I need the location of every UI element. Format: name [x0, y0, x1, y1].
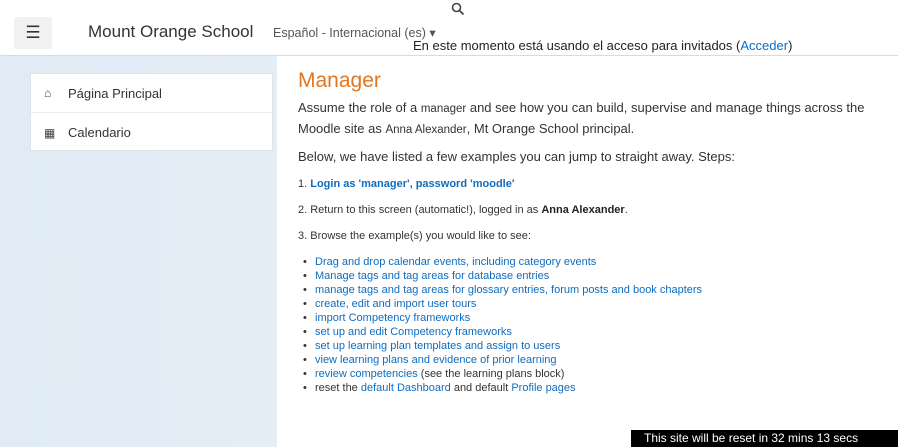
example-link[interactable]: set up learning plan templates and assig…: [315, 340, 560, 352]
search-icon[interactable]: [451, 2, 465, 21]
sidebar-item-home[interactable]: ⌂ Página Principal: [31, 74, 272, 113]
login-as-manager-link[interactable]: Login as 'manager', password 'moodle': [310, 178, 514, 190]
review-competencies-link[interactable]: review competencies: [315, 368, 418, 380]
home-icon: ⌂: [44, 86, 52, 100]
intro-role: manager: [420, 103, 467, 115]
top-navbar: ☰ Mount Orange School Español - Internac…: [0, 0, 898, 56]
example-link[interactable]: import Competency frameworks: [315, 312, 470, 324]
list-item-text: reset the: [315, 382, 361, 394]
login-link[interactable]: Acceder: [740, 38, 788, 53]
sidebar-item-label: Calendario: [68, 125, 131, 140]
sidebar-item-calendar[interactable]: ▦ Calendario: [31, 113, 272, 152]
example-link[interactable]: manage tags and tag areas for glossary e…: [315, 284, 702, 296]
list-item: create, edit and import user tours: [303, 297, 878, 311]
site-reset-notice: This site will be reset in 32 mins 13 se…: [631, 430, 898, 447]
navigation-block: ⌂ Página Principal ▦ Calendario: [30, 73, 273, 151]
step-3: 3. Browse the example(s) you would like …: [298, 230, 531, 242]
sidebar-item-label: Página Principal: [68, 85, 162, 101]
guest-text: En este momento está usando el acceso pa…: [413, 38, 741, 53]
step-name: Anna Alexander: [541, 204, 625, 216]
guest-access-notice: En este momento está usando el acceso pa…: [413, 38, 792, 53]
examples-list: Drag and drop calendar events, including…: [298, 255, 878, 395]
example-link[interactable]: Manage tags and tag areas for database e…: [315, 270, 549, 282]
example-link[interactable]: create, edit and import user tours: [315, 298, 476, 310]
steps-intro: Below, we have listed a few examples you…: [298, 149, 735, 164]
step-text: 2. Return to this screen (automatic!), l…: [298, 204, 542, 216]
profile-pages-link[interactable]: Profile pages: [511, 382, 575, 394]
list-item: view learning plans and evidence of prio…: [303, 353, 878, 367]
intro-paragraph: Assume the role of a manager and see how…: [298, 98, 878, 140]
site-name[interactable]: Mount Orange School: [88, 22, 253, 42]
list-item: manage tags and tag areas for glossary e…: [303, 283, 878, 297]
step-number: 1.: [298, 178, 311, 190]
list-item: reset the default Dashboard and default …: [303, 381, 878, 395]
hamburger-menu-icon[interactable]: ☰: [14, 17, 52, 49]
list-item-text: (see the learning plans block): [417, 368, 565, 380]
main-content: Manager Assume the role of a manager and…: [277, 56, 898, 447]
intro-text: Assume the role of a: [298, 100, 421, 115]
default-dashboard-link[interactable]: default Dashboard: [361, 382, 451, 394]
language-label: Español - Internacional (es): [273, 26, 426, 40]
example-link[interactable]: set up and edit Competency frameworks: [315, 326, 512, 338]
example-link[interactable]: Drag and drop calendar events, including…: [315, 256, 596, 268]
list-item: review competencies (see the learning pl…: [303, 367, 878, 381]
page-title: Manager: [298, 69, 381, 92]
list-item-text: and default: [450, 382, 512, 394]
list-item: set up and edit Competency frameworks: [303, 325, 878, 339]
step-1: 1. Login as 'manager', password 'moodle': [298, 178, 878, 190]
list-item: Manage tags and tag areas for database e…: [303, 269, 878, 283]
guest-close-paren: ): [788, 38, 793, 53]
step-text: .: [624, 204, 628, 216]
list-item: set up learning plan templates and assig…: [303, 339, 878, 353]
step-2: 2. Return to this screen (automatic!), l…: [298, 204, 878, 216]
list-item: import Competency frameworks: [303, 311, 878, 325]
calendar-icon: ▦: [44, 125, 56, 140]
intro-name: Anna Alexander: [385, 124, 467, 136]
example-link[interactable]: view learning plans and evidence of prio…: [315, 354, 557, 366]
list-item: Drag and drop calendar events, including…: [303, 255, 878, 269]
intro-text: , Mt Orange School principal.: [466, 121, 635, 136]
language-selector[interactable]: Español - Internacional (es) ▾: [273, 25, 436, 40]
